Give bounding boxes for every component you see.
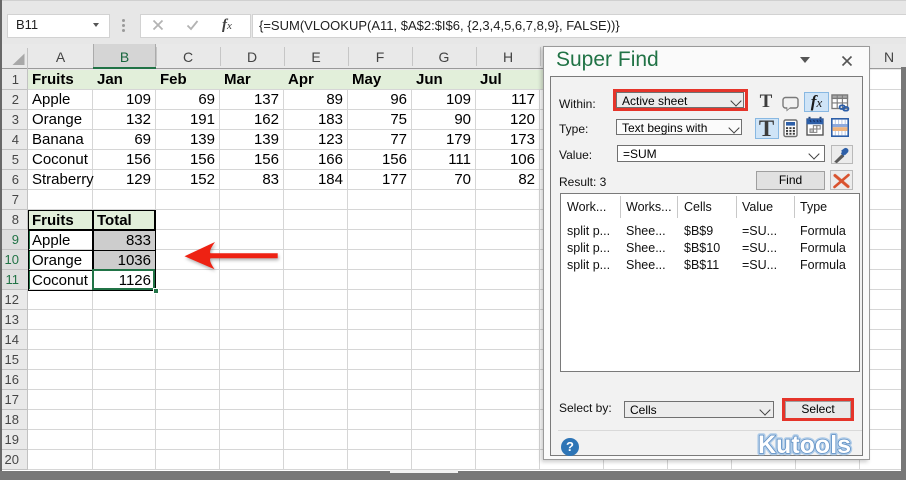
svg-text:Kutools: Kutools xyxy=(758,431,851,458)
